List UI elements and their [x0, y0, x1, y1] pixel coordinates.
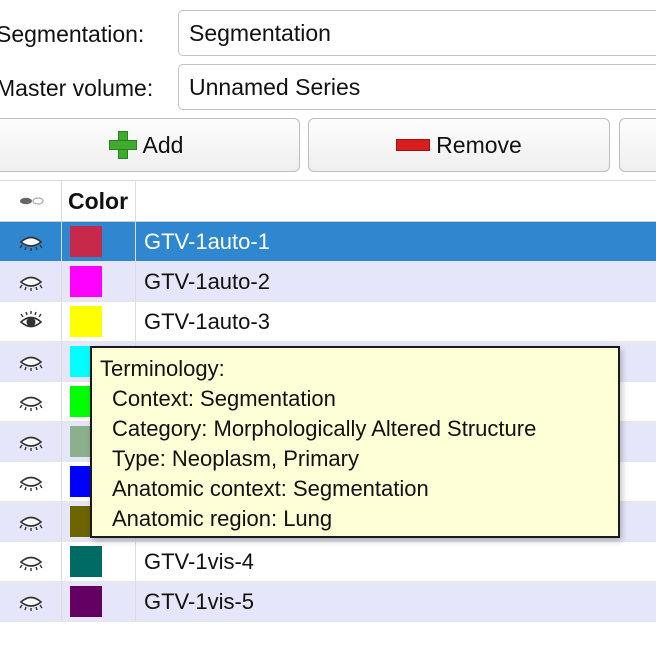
visibility-column-header[interactable]: [0, 181, 62, 221]
segments-table-header: Color: [0, 180, 656, 222]
master-volume-selector[interactable]: Unnamed Series: [178, 64, 656, 110]
tooltip-type: Type: Neoplasm, Primary: [112, 446, 359, 471]
terminology-tooltip: Terminology: Context: Segmentation Categ…: [90, 346, 620, 538]
table-row[interactable]: GTV-1vis-4: [0, 542, 656, 582]
color-swatch: [70, 306, 102, 337]
eye-closed-icon[interactable]: [0, 502, 62, 541]
color-cell[interactable]: [62, 262, 136, 301]
eye-closed-icon: [18, 476, 43, 491]
master-volume-row: Master volume: Unnamed Series: [0, 64, 656, 112]
tooltip-category: Category: Morphologically Altered Struct…: [112, 416, 537, 441]
eye-closed-icon[interactable]: [0, 222, 62, 261]
eye-closed-icon: [18, 436, 43, 451]
color-column-header[interactable]: Color: [62, 181, 136, 221]
segmentation-row: Segmentation: Segmentation: [0, 10, 656, 58]
segment-name[interactable]: GTV-1auto-1: [144, 222, 270, 261]
eye-closed-icon[interactable]: [0, 382, 62, 421]
eye-closed-icon: [18, 516, 43, 531]
segment-name[interactable]: GTV-1auto-3: [144, 302, 270, 341]
color-swatch: [70, 546, 102, 577]
segment-name[interactable]: GTV-1auto-2: [144, 262, 270, 301]
remove-segment-button[interactable]: Remove: [308, 118, 610, 172]
color-cell[interactable]: [62, 542, 136, 581]
eye-small-icon: [19, 197, 44, 205]
table-row[interactable]: GTV-1auto-1: [0, 222, 656, 262]
master-volume-label: Master volume:: [0, 75, 154, 101]
color-cell[interactable]: [62, 222, 136, 261]
eye-open-icon: [19, 310, 42, 327]
tooltip-title: Terminology:: [100, 356, 225, 381]
eye-closed-icon[interactable]: [0, 262, 62, 301]
eye-closed-icon: [18, 276, 43, 291]
eye-open-icon[interactable]: [0, 302, 62, 341]
eye-closed-icon[interactable]: [0, 582, 62, 621]
eye-closed-icon: [18, 396, 43, 411]
eye-closed-icon[interactable]: [0, 342, 62, 381]
table-row[interactable]: GTV-1vis-5: [0, 582, 656, 622]
color-cell[interactable]: [62, 582, 136, 621]
tooltip-anatomic-context: Anatomic context: Segmentation: [112, 476, 429, 501]
color-swatch: [70, 266, 102, 297]
color-swatch: [70, 586, 102, 617]
eye-closed-icon: [18, 236, 43, 251]
table-row[interactable]: GTV-1auto-2: [0, 262, 656, 302]
tooltip-context: Context: Segmentation: [112, 386, 336, 411]
more-button[interactable]: [619, 118, 656, 172]
color-swatch: [70, 226, 102, 257]
minus-icon: [396, 139, 431, 151]
eye-closed-icon: [18, 356, 43, 371]
eye-closed-icon[interactable]: [0, 542, 62, 581]
eye-closed-icon[interactable]: [0, 422, 62, 461]
segment-name[interactable]: GTV-1vis-5: [144, 582, 254, 621]
tooltip-anatomic-region: Anatomic region: Lung: [112, 506, 333, 531]
add-button-label: Add: [142, 131, 184, 158]
segment-editor-panel: Segmentation: Segmentation Master volume…: [0, 0, 656, 660]
table-row[interactable]: GTV-1auto-3: [0, 302, 656, 342]
eye-closed-icon[interactable]: [0, 462, 62, 501]
add-segment-button[interactable]: Add: [0, 118, 300, 172]
color-cell[interactable]: [62, 302, 136, 341]
remove-button-label: Remove: [436, 131, 522, 158]
segmentation-label: Segmentation:: [0, 21, 145, 47]
segmentation-selector[interactable]: Segmentation: [178, 10, 656, 56]
plus-icon: [107, 129, 139, 161]
eye-closed-icon: [18, 556, 43, 571]
eye-closed-icon: [18, 596, 43, 611]
segment-name[interactable]: GTV-1vis-4: [144, 542, 254, 581]
